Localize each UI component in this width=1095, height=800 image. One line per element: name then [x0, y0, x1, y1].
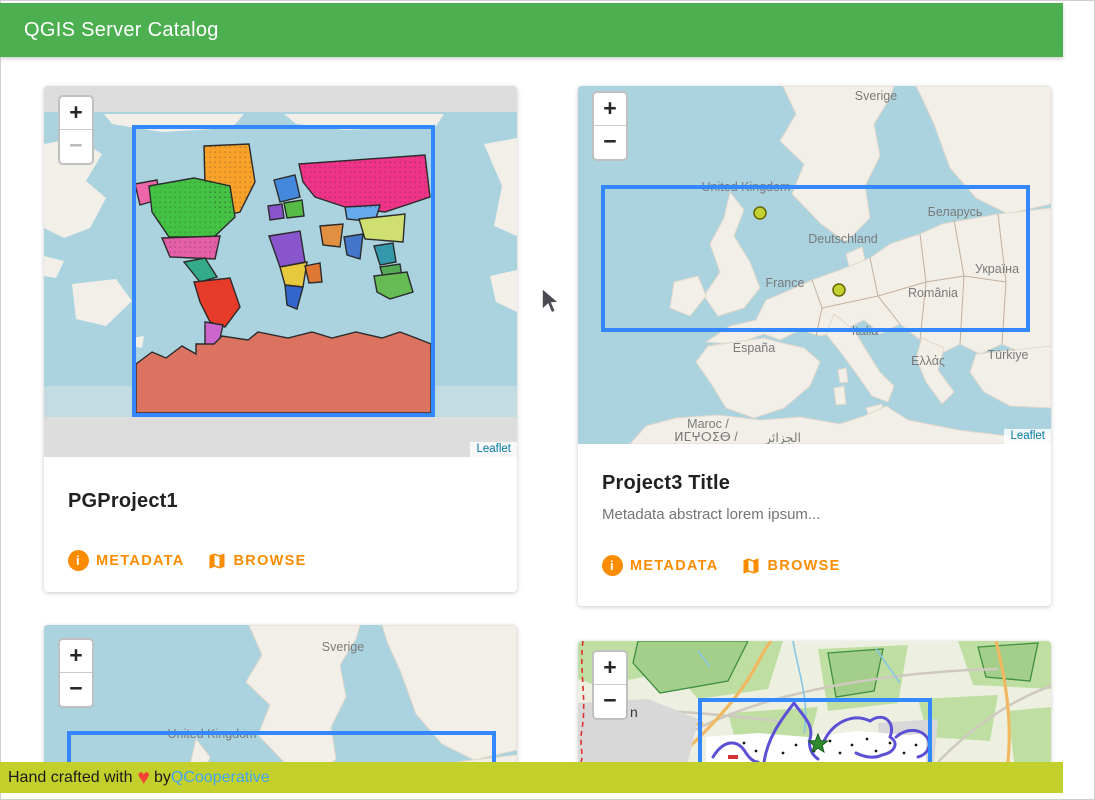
app-header: QGIS Server Catalog — [0, 3, 1063, 57]
footer-by-text: by — [154, 769, 171, 787]
svg-text:Deutschland: Deutschland — [808, 232, 878, 246]
mouse-cursor-icon — [540, 287, 562, 317]
world-map-svg — [44, 86, 517, 457]
feature-marker-italy[interactable] — [833, 284, 845, 296]
map-icon — [741, 556, 761, 576]
zoom-out-button[interactable]: − — [60, 130, 92, 163]
feature-marker-uk[interactable] — [754, 207, 766, 219]
map-preview-streets[interactable]: n + — [578, 641, 1051, 762]
svg-text:Україна: Україна — [975, 262, 1019, 276]
browse-button-label: BROWSE — [234, 553, 307, 569]
red-road-segment — [728, 755, 738, 759]
project-abstract: Metadata abstract lorem ipsum... — [602, 506, 1027, 523]
svg-text:Türkiye: Türkiye — [988, 348, 1029, 362]
zoom-in-button[interactable]: + — [594, 652, 626, 685]
project-card-pgproject1: + − Leaflet PGProject1 i METADATA BROWSE — [44, 86, 517, 592]
zoom-in-button[interactable]: + — [60, 640, 92, 673]
footer-text: Hand crafted with — [8, 769, 133, 787]
project-card-project3: Sverige United Kingdom Беларусь Deutschl… — [578, 86, 1051, 606]
zoom-out-button[interactable]: − — [60, 673, 92, 706]
zoom-control: + − — [58, 638, 94, 708]
heart-icon: ♥ — [138, 767, 150, 788]
browse-button[interactable]: BROWSE — [207, 551, 307, 571]
metadata-button-label: METADATA — [630, 558, 719, 574]
svg-text:România: România — [908, 286, 958, 300]
svg-text:Ελλάς: Ελλάς — [911, 354, 945, 368]
info-icon: i — [68, 550, 89, 571]
svg-text:Maroc /: Maroc / — [687, 417, 729, 431]
leaflet-attribution: Leaflet — [470, 442, 517, 457]
map-preview-world[interactable]: + − Leaflet — [44, 86, 517, 457]
metadata-button-label: METADATA — [96, 553, 185, 569]
browse-button-label: BROWSE — [768, 558, 841, 574]
zoom-control: + − — [592, 91, 628, 161]
map-preview-europe[interactable]: Sverige United Kingdom Беларусь Deutschl… — [578, 86, 1051, 444]
qgis-server-catalog-page: QGIS Server Catalog — [0, 0, 1095, 800]
svg-text:Беларусь: Беларусь — [928, 205, 983, 219]
partial-place-label: n — [630, 704, 638, 720]
metadata-button[interactable]: i METADATA — [68, 550, 185, 571]
metadata-button[interactable]: i METADATA — [602, 555, 719, 576]
svg-text:Sverige: Sverige — [855, 89, 897, 103]
svg-text:Sverige: Sverige — [322, 640, 364, 654]
map-icon — [207, 551, 227, 571]
svg-text:France: France — [766, 276, 805, 290]
zoom-out-button[interactable]: − — [594, 685, 626, 718]
project-title: Project3 Title — [602, 472, 1027, 495]
project-title: PGProject1 — [68, 490, 493, 513]
svg-text:الجزائر: الجزائر — [764, 431, 801, 444]
info-icon: i — [602, 555, 623, 576]
zoom-in-button[interactable]: + — [60, 97, 92, 130]
zoom-out-button[interactable]: − — [594, 126, 626, 159]
zoom-control: + − — [592, 650, 628, 720]
europe-map-svg: Sverige United Kingdom Беларусь Deutschl… — [578, 86, 1051, 444]
map-preview-europe-2[interactable]: Sverige United Kingdom + − — [44, 625, 517, 762]
qcooperative-link[interactable]: QCooperative — [171, 769, 270, 787]
street-map-svg: n — [578, 641, 1051, 762]
svg-text:España: España — [733, 341, 775, 355]
app-footer: Hand crafted with ♥ by QCooperative — [0, 762, 1063, 793]
zoom-control: + − — [58, 95, 94, 165]
svg-text:ⵍⵎⵖⵔⵉⴱ /: ⵍⵎⵖⵔⵉⴱ / — [674, 430, 738, 444]
project-card-fourth: n + — [578, 641, 1051, 762]
leaflet-attribution: Leaflet — [1004, 429, 1051, 444]
page-title: QGIS Server Catalog — [0, 3, 1063, 57]
zoom-in-button[interactable]: + — [594, 93, 626, 126]
europe-map-svg: Sverige United Kingdom — [44, 625, 517, 762]
leaflet-link[interactable]: Leaflet — [1010, 430, 1045, 442]
browse-button[interactable]: BROWSE — [741, 556, 841, 576]
project-card-third: Sverige United Kingdom + − — [44, 625, 517, 762]
leaflet-link[interactable]: Leaflet — [476, 443, 511, 455]
